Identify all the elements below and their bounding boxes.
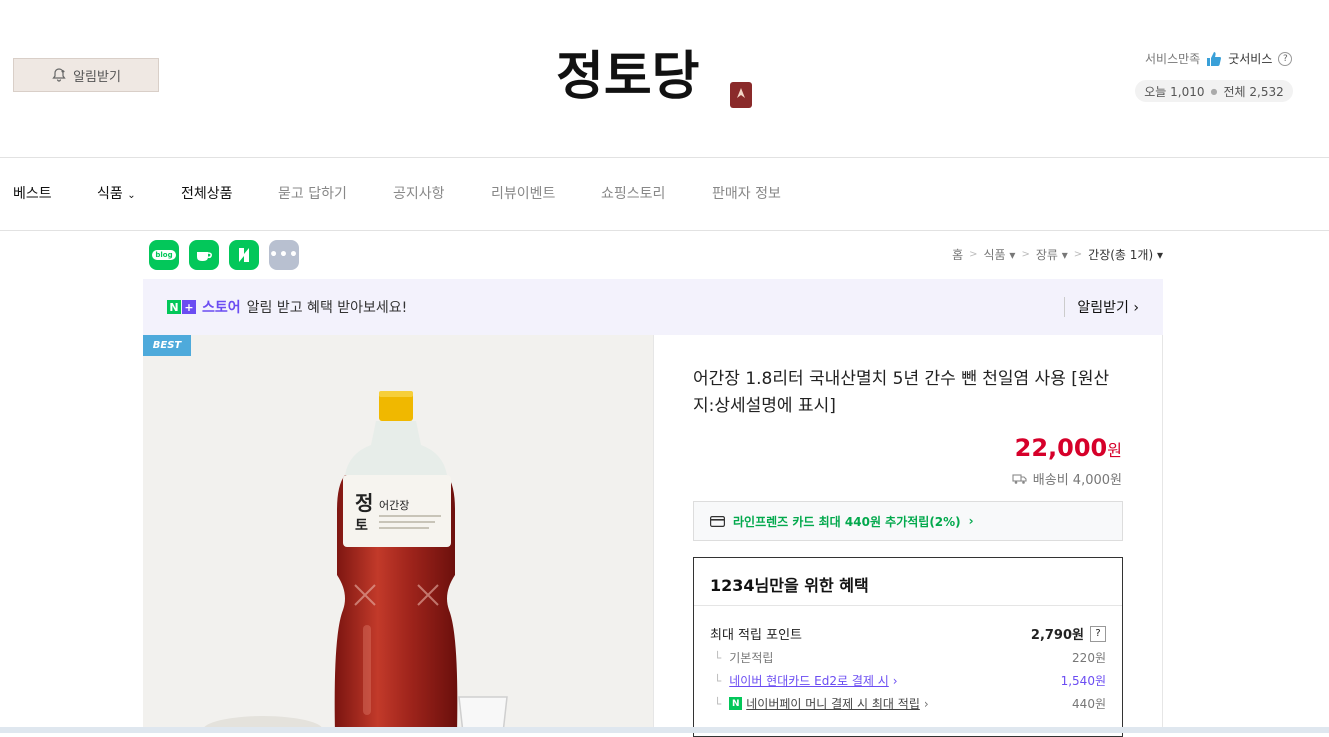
service-rating: 서비스만족 굿서비스 ? — [1145, 50, 1293, 67]
breadcrumb-food[interactable]: 식품 ▾ — [984, 246, 1016, 263]
breadcrumb: 홈 > 식품 ▾ > 장류 ▾ > 간장(총 1개) ▾ — [952, 246, 1163, 263]
chevron-right-icon: › — [892, 673, 898, 688]
chevron-down-icon: ⌄ — [127, 190, 136, 201]
card-promo-text: 라인프렌즈 카드 최대 440원 추가적립(2%) — [733, 514, 961, 529]
breadcrumb-separator: > — [1073, 249, 1083, 260]
truck-icon — [1012, 473, 1027, 484]
alarm-subscribe-button[interactable]: 알림받기 — [13, 58, 159, 92]
shipping-fee: 배송비 4,000원 — [1032, 473, 1122, 488]
more-icon: ••• — [269, 247, 299, 263]
separator-dot: ● — [1210, 86, 1218, 96]
max-points-row: 최대 적립 포인트 2,790원 ? — [710, 624, 1106, 643]
visits-total: 전체 2,532 — [1223, 84, 1284, 99]
cafe-cup-icon — [197, 252, 212, 261]
svg-text:정토당: 정토당 — [556, 46, 700, 107]
credit-card-icon — [710, 515, 725, 527]
visits-today: 오늘 1,010 — [1144, 84, 1205, 99]
blog-icon: blog — [152, 250, 176, 260]
banner-alarm-link[interactable]: 알림받기 › — [1064, 297, 1139, 317]
blog-share-button[interactable]: blog — [149, 240, 179, 270]
service-label: 서비스만족 — [1145, 52, 1201, 66]
card-promo-banner[interactable]: 라인프렌즈 카드 최대 440원 추가적립(2%) › — [693, 501, 1123, 541]
chevron-right-icon: › — [968, 514, 974, 528]
benefit-npay-link[interactable]: 네이버페이 머니 결제 시 최대 적립 — [746, 695, 920, 712]
chevron-right-icon: › — [923, 696, 929, 711]
best-badge: BEST — [143, 335, 191, 356]
thumbs-up-icon — [1207, 51, 1222, 66]
breadcrumb-home[interactable]: 홈 — [952, 246, 963, 263]
price-unit: 원 — [1107, 441, 1122, 460]
max-points-value: 2,790원 — [1030, 628, 1084, 643]
cafe-share-button[interactable] — [189, 240, 219, 270]
benefit-row-card: └ 네이버 현대카드 Ed2로 결제 시 › 1,540원 — [714, 672, 1106, 689]
benefit-basic-label: 기본적립 — [729, 651, 774, 665]
product-image[interactable]: 정 토 어간장 — [143, 335, 654, 733]
member-benefit-box: 1234님만을 위한 혜택 최대 적립 포인트 2,790원 ? └ 기본적립 2… — [693, 557, 1123, 737]
benefit-npay-value: 440원 — [1072, 697, 1106, 711]
bottom-bar — [0, 727, 1329, 733]
price-value: 22,000 — [1014, 434, 1108, 462]
banner-message: 알림 받고 혜택 받아보세요! — [246, 300, 408, 316]
help-icon[interactable]: ? — [1278, 51, 1293, 66]
svg-text:토: 토 — [355, 518, 368, 534]
breadcrumb-jang[interactable]: 장류 ▾ — [1036, 246, 1068, 263]
product-price: 22,000원 — [1015, 434, 1122, 462]
store-brand: 스토어 — [202, 300, 241, 316]
max-points-label: 최대 적립 포인트 — [710, 628, 802, 643]
divider — [0, 157, 1329, 158]
nav-item-notice[interactable]: 공지사항 — [393, 183, 445, 203]
svg-text:정: 정 — [355, 491, 373, 515]
benefit-row-npay: └ N 네이버페이 머니 결제 시 최대 적립 › 440원 — [714, 695, 1106, 712]
divider — [694, 605, 1122, 606]
naver-plus-icon: N + — [167, 300, 196, 314]
nav-item-food[interactable]: 식품 ⌄ — [97, 183, 136, 203]
store-logo[interactable]: 정토당 — [556, 38, 756, 114]
more-share-button[interactable]: ••• — [269, 240, 299, 270]
service-value: 굿서비스 — [1228, 52, 1273, 66]
bell-plus-icon — [52, 68, 66, 82]
band-share-button[interactable] — [229, 240, 259, 270]
naver-pay-icon: N — [729, 697, 743, 710]
band-icon — [239, 248, 249, 262]
nav-item-seller-info[interactable]: 판매자 정보 — [712, 183, 781, 203]
breadcrumb-current[interactable]: 간장(총 1개) ▾ — [1088, 246, 1163, 263]
divider — [0, 230, 1329, 231]
alarm-label: 알림받기 — [73, 69, 121, 85]
benefit-card-link[interactable]: 네이버 현대카드 Ed2로 결제 시 — [729, 672, 889, 689]
shipping-info: 배송비 4,000원 — [1012, 469, 1122, 488]
breadcrumb-separator: > — [969, 249, 978, 260]
nav-item-qna[interactable]: 묻고 답하기 — [278, 183, 347, 203]
chevron-right-icon: › — [1133, 300, 1139, 316]
help-icon[interactable]: ? — [1090, 625, 1106, 642]
svg-text:어간장: 어간장 — [379, 499, 409, 512]
nav-item-review-event[interactable]: 리뷰이벤트 — [491, 183, 555, 203]
visitor-count: 오늘 1,010 ● 전체 2,532 — [1135, 80, 1293, 102]
nav-item-all-products[interactable]: 전체상품 — [181, 183, 233, 203]
benefit-card-value: 1,540원 — [1060, 674, 1106, 688]
store-alarm-banner: N + 스토어 알림 받고 혜택 받아보세요! 알림받기 › — [143, 279, 1163, 335]
nav-item-shopping-story[interactable]: 쇼핑스토리 — [601, 183, 665, 203]
benefit-row-basic: └ 기본적립 220원 — [714, 650, 1106, 666]
product-title: 어간장 1.8리터 국내산멸치 5년 간수 뺀 천일염 사용 [원산지:상세설명… — [693, 369, 1110, 416]
benefit-title: 1234님만을 위한 혜택 — [710, 576, 869, 595]
nav-item-best[interactable]: 베스트 — [13, 183, 52, 203]
breadcrumb-separator: > — [1021, 249, 1030, 260]
benefit-basic-value: 220원 — [1072, 651, 1106, 665]
